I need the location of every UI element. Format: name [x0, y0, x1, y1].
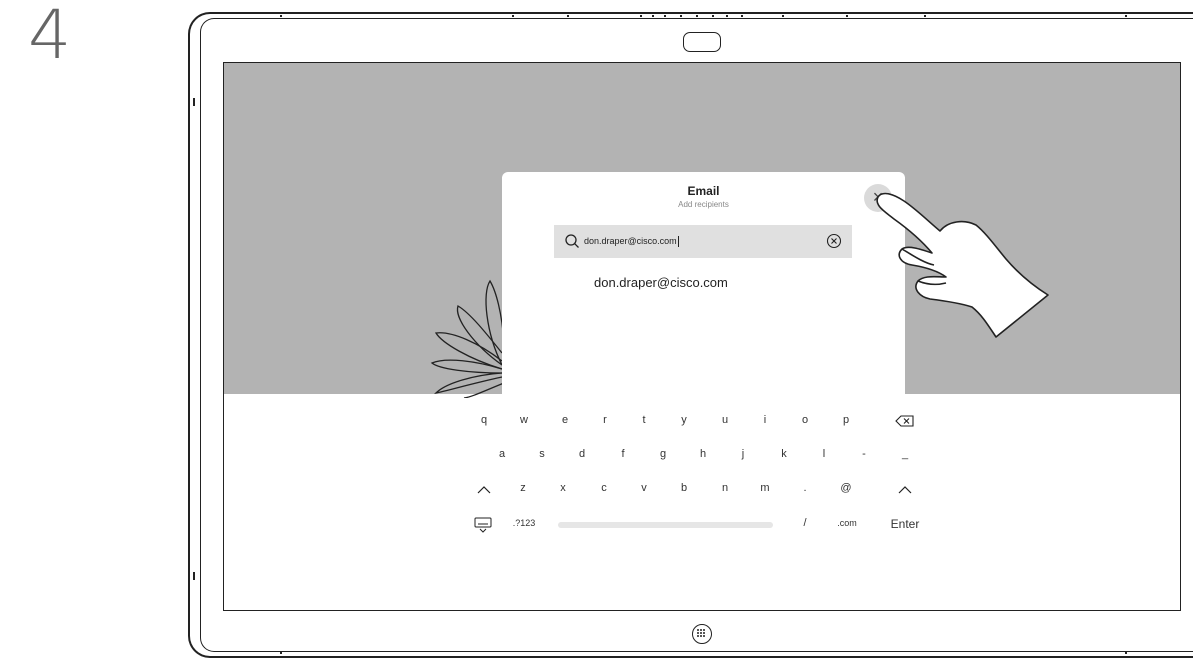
key-underscore[interactable]: _ — [902, 448, 908, 460]
bezel-tick — [726, 15, 728, 17]
bezel-tick — [652, 15, 654, 17]
search-input-value: don.draper@cisco.com — [584, 236, 677, 246]
keyboard-hide-icon[interactable] — [474, 517, 492, 533]
bezel-tick — [1125, 652, 1127, 654]
key-n[interactable]: n — [722, 482, 728, 494]
clear-icon[interactable] — [826, 233, 842, 249]
key-y[interactable]: y — [681, 414, 687, 426]
key-d[interactable]: d — [579, 448, 585, 460]
key-dotcom[interactable]: .com — [837, 518, 857, 528]
key-t[interactable]: t — [642, 414, 645, 426]
bezel-tick — [1125, 15, 1127, 17]
bezel-tick — [782, 15, 784, 17]
key-a[interactable]: a — [499, 448, 505, 460]
key-x[interactable]: x — [560, 482, 566, 494]
enter-key[interactable]: Enter — [891, 517, 920, 531]
key-c[interactable]: c — [601, 482, 607, 494]
text-caret — [677, 236, 679, 248]
key-period[interactable]: . — [803, 482, 806, 494]
shift-icon[interactable] — [898, 486, 912, 494]
bezel-tick — [664, 15, 666, 17]
bezel-tick — [640, 15, 642, 17]
dialog-subtitle: Add recipients — [678, 200, 729, 209]
bezel-tick — [512, 15, 514, 17]
bezel-side-tick — [193, 572, 195, 580]
key-m[interactable]: m — [760, 482, 769, 494]
key-o[interactable]: o — [802, 414, 808, 426]
backspace-icon[interactable] — [895, 415, 915, 427]
key-j[interactable]: j — [742, 448, 744, 460]
search-input[interactable]: don.draper@cisco.com — [584, 225, 679, 258]
key-slash[interactable]: / — [803, 517, 806, 529]
bezel-tick — [567, 15, 569, 17]
bezel-side-tick — [193, 98, 195, 106]
numeric-toggle-key[interactable]: .?123 — [513, 518, 536, 528]
key-g[interactable]: g — [660, 448, 666, 460]
bezel-tick — [680, 15, 682, 17]
key-s[interactable]: s — [539, 448, 545, 460]
camera-icon — [683, 32, 721, 52]
key-b[interactable]: b — [681, 482, 687, 494]
step-number: 4 — [28, 0, 72, 75]
key-r[interactable]: r — [603, 414, 607, 426]
key-at[interactable]: @ — [840, 482, 851, 494]
bezel-tick — [712, 15, 714, 17]
key-e[interactable]: e — [562, 414, 568, 426]
key-z[interactable]: z — [520, 482, 526, 494]
shift-icon[interactable] — [477, 486, 491, 494]
key-v[interactable]: v — [641, 482, 647, 494]
key-l[interactable]: l — [823, 448, 825, 460]
key-w[interactable]: w — [520, 414, 528, 426]
recipient-suggestion[interactable]: don.draper@cisco.com — [594, 275, 728, 290]
dialog-title: Email — [687, 184, 720, 198]
key-hyphen[interactable]: - — [862, 448, 866, 460]
recipient-search-field[interactable]: don.draper@cisco.com — [554, 225, 852, 258]
key-q[interactable]: q — [481, 414, 487, 426]
key-f[interactable]: f — [621, 448, 624, 460]
bezel-tick — [280, 652, 282, 654]
bezel-tick — [280, 15, 282, 17]
key-h[interactable]: h — [700, 448, 706, 460]
flower-illustration-icon — [430, 279, 505, 398]
bezel-tick — [741, 15, 743, 17]
key-u[interactable]: u — [722, 414, 728, 426]
bezel-tick — [924, 15, 926, 17]
key-k[interactable]: k — [781, 448, 787, 460]
bezel-tick — [846, 15, 848, 17]
bezel-tick — [696, 15, 698, 17]
email-dialog: Email Add recipients × don.draper@cisco.… — [502, 172, 905, 412]
search-icon — [565, 234, 579, 248]
on-screen-keyboard: q w e r t y u i o p a s d f g h j k l - … — [224, 394, 1180, 610]
hand-pointer-icon — [876, 192, 1049, 338]
home-dots — [697, 629, 706, 638]
home-button-icon[interactable] — [692, 624, 712, 644]
key-p[interactable]: p — [843, 414, 849, 426]
key-i[interactable]: i — [764, 414, 766, 426]
space-bar[interactable] — [558, 522, 773, 528]
